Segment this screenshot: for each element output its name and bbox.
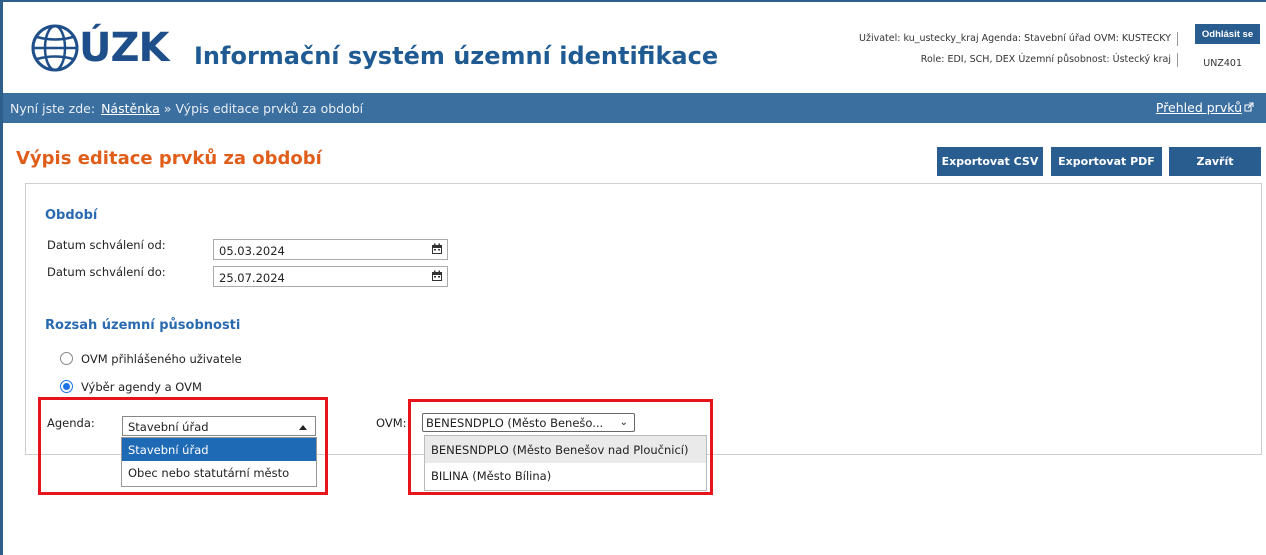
- close-button[interactable]: Zavřít: [1169, 147, 1261, 176]
- calendar-icon[interactable]: [431, 270, 443, 282]
- export-csv-button[interactable]: Exportovat CSV: [937, 147, 1043, 176]
- date-from-value: 05.03.2024: [219, 244, 285, 258]
- date-from-field[interactable]: 05.03.2024: [213, 239, 448, 260]
- user-info: Uživatel: ku_ustecky_kraj Agenda: Staveb…: [859, 28, 1182, 70]
- highlight-box-ovm: [408, 399, 713, 495]
- external-link-icon: [1244, 102, 1254, 112]
- calendar-icon[interactable]: [431, 243, 443, 255]
- export-pdf-button[interactable]: Exportovat PDF: [1051, 147, 1162, 176]
- divider: [1177, 31, 1178, 46]
- divider: [1177, 52, 1178, 67]
- scope-section-title: Rozsah územní působnosti: [45, 318, 241, 333]
- highlight-box-agenda: [38, 397, 328, 495]
- ovm-label: OVM:: [376, 416, 407, 430]
- breadcrumb-home-link[interactable]: Nástěnka: [101, 101, 160, 116]
- radio-agenda-ovm[interactable]: [60, 380, 73, 393]
- page: ÚZK Informační systém územní identifikac…: [0, 0, 1266, 555]
- period-section-title: Období: [45, 208, 98, 223]
- date-to-label: Datum schválení do:: [47, 265, 166, 279]
- page-title: Výpis editace prvků za období: [16, 148, 322, 169]
- logout-button[interactable]: Odhlásit se: [1195, 24, 1260, 44]
- globe-logo-icon: [31, 24, 79, 72]
- header: ÚZK Informační systém územní identifikac…: [3, 2, 1266, 92]
- user-line-1: Uživatel: ku_ustecky_kraj Agenda: Staveb…: [859, 33, 1171, 44]
- app-title: Informační systém územní identifikace: [194, 42, 719, 70]
- date-to-field[interactable]: 25.07.2024: [213, 266, 448, 287]
- breadcrumb-prefix: Nyní jste zde:: [10, 100, 96, 116]
- breadcrumb-current: Výpis editace prvků za období: [175, 100, 364, 116]
- user-line-2: Role: EDI, SCH, DEX Územní působnost: Ús…: [920, 54, 1171, 65]
- breadcrumb-separator: »: [163, 100, 172, 116]
- radio-agenda-ovm-label: Výběr agendy a OVM: [81, 380, 202, 394]
- breadcrumb: Nyní jste zde: Nástěnka » Výpis editace …: [3, 93, 1266, 123]
- user-code: UNZ401: [1203, 58, 1242, 69]
- logo-text: ÚZK: [79, 25, 169, 71]
- radio-user-ovm-label: OVM přihlášeného uživatele: [81, 352, 242, 366]
- date-to-value: 25.07.2024: [219, 271, 285, 285]
- radio-user-ovm[interactable]: [60, 352, 73, 365]
- date-from-label: Datum schválení od:: [47, 238, 166, 252]
- cuzk-logo[interactable]: ÚZK: [29, 22, 169, 74]
- overview-link-label: Přehled prvků: [1155, 100, 1242, 115]
- overview-link[interactable]: Přehled prvků: [1156, 100, 1254, 115]
